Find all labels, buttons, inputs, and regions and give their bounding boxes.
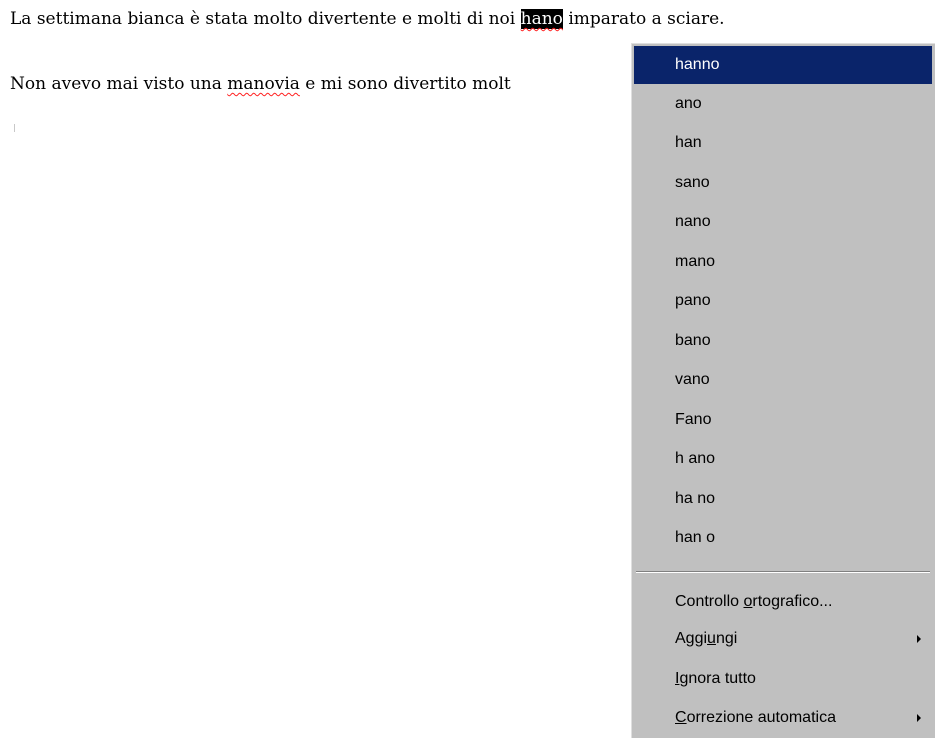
suggestion-item[interactable]: ano bbox=[634, 85, 932, 123]
menu-separator bbox=[636, 571, 930, 573]
suggestion-item[interactable]: nano bbox=[634, 203, 932, 241]
suggestion-item[interactable]: sano bbox=[634, 164, 932, 202]
line1-text-before: La settimana bianca è stata molto divert… bbox=[10, 9, 521, 29]
document-line-1[interactable]: La settimana bianca è stata molto divert… bbox=[10, 8, 725, 30]
spelling-context-menu: hanno ano han sano nano mano pano bano v… bbox=[630, 42, 935, 738]
misspelled-word[interactable]: manovia bbox=[227, 74, 300, 94]
selected-misspelled-word[interactable]: hano bbox=[520, 9, 563, 29]
spelling-check-menu-item[interactable]: Controllo ortografico... bbox=[634, 583, 932, 621]
menu-label-part: rtografico... bbox=[752, 593, 833, 610]
autocorrect-menu-item[interactable]: Correzione automatica bbox=[634, 699, 932, 737]
line1-text-after: imparato a sciare. bbox=[562, 9, 725, 29]
menu-mnemonic: u bbox=[707, 630, 716, 647]
document-line-2[interactable]: Non avevo mai visto una manovia e mi son… bbox=[10, 73, 511, 95]
line2-text-after: e mi sono divertito molt bbox=[299, 74, 511, 94]
submenu-arrow-icon bbox=[917, 714, 921, 722]
suggestion-item[interactable]: hanno bbox=[634, 46, 932, 84]
suggestion-item[interactable]: Fano bbox=[634, 401, 932, 439]
ignore-all-menu-item[interactable]: Ignora tutto bbox=[634, 660, 932, 698]
add-menu-item[interactable]: Aggiungi bbox=[634, 620, 932, 658]
suggestion-item[interactable]: vano bbox=[634, 361, 932, 399]
menu-label-part: Aggi bbox=[675, 630, 708, 647]
text-cursor bbox=[14, 124, 15, 132]
suggestion-item[interactable]: h ano bbox=[634, 440, 932, 478]
line2-text-before: Non avevo mai visto una bbox=[10, 74, 228, 94]
suggestion-item[interactable]: han bbox=[634, 124, 932, 162]
suggestion-item[interactable]: ha no bbox=[634, 480, 932, 518]
menu-label-part: Controllo bbox=[675, 593, 744, 610]
menu-mnemonic: C bbox=[675, 709, 687, 726]
submenu-arrow-icon bbox=[917, 635, 921, 643]
menu-label-part: gnora tutto bbox=[679, 670, 756, 687]
menu-label-part: orrezione automatica bbox=[686, 709, 836, 726]
menu-label-part: ngi bbox=[715, 630, 738, 647]
suggestion-item[interactable]: mano bbox=[634, 243, 932, 281]
suggestion-item[interactable]: bano bbox=[634, 322, 932, 360]
suggestion-item[interactable]: pano bbox=[634, 282, 932, 320]
suggestion-item[interactable]: han o bbox=[634, 519, 932, 557]
